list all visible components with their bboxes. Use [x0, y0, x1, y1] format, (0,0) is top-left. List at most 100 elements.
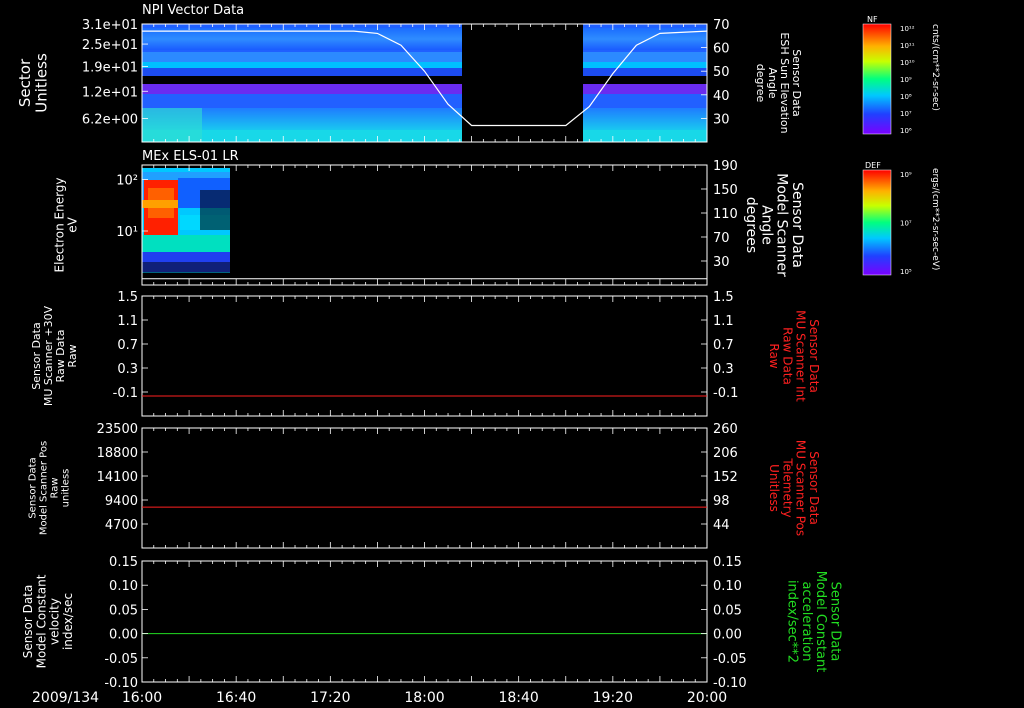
y-tick-label-right: 152	[713, 470, 738, 485]
y-axis-label-right: Sensor DataModel Constantaccelerationind…	[785, 571, 843, 673]
y-tick-label-right: 206	[713, 446, 738, 461]
y-axis-label-line: MU Scanner Int	[794, 310, 808, 402]
y-axis-label-right: Sensor DataModel ScannerAngledegrees	[743, 173, 805, 277]
y-tick-label-right: 40	[713, 89, 730, 104]
time-tick-label: 19:20	[593, 690, 633, 706]
time-tick-labels: 16:00 16:40 17:20 18:00 18:40 19:20 20:00	[122, 690, 727, 706]
y-tick-label-left: -0.05	[104, 652, 138, 667]
y-tick-label-right: 0.15	[713, 555, 742, 570]
line-panels	[141, 295, 708, 683]
y-axis-label-line: Angle	[766, 67, 779, 99]
y-tick-label-right: 190	[713, 159, 738, 174]
time-tick-label: 16:00	[122, 690, 162, 706]
npi-panel: NPI Vector Data	[141, 3, 708, 143]
y-tick-label-left: 0.15	[109, 555, 138, 570]
y-tick-label-left: 0.00	[109, 628, 138, 643]
y-axis-label-line: Model Scanner Pos	[39, 441, 50, 535]
y-axis-label-line: Sensor Data	[827, 582, 842, 662]
y-tick-label-right: 60	[713, 42, 730, 57]
y-tick-label-right: -0.1	[713, 386, 738, 401]
y-tick-label-right: 98	[713, 494, 730, 509]
colorbar-tick-label: 10¹⁰	[900, 59, 915, 67]
y-axis-label-line: Model Scanner	[774, 173, 790, 277]
y-axis-label-line: Model Constant	[813, 571, 828, 673]
y-axis-label-line: Telemetry	[780, 457, 794, 517]
npi-data-gap	[462, 24, 583, 142]
y-tick-label-right: 150	[713, 183, 738, 198]
npi-heatmap-left	[142, 24, 462, 142]
y-tick-label-left: 0.05	[109, 603, 138, 618]
y-axis-label-right: Sensor DataMU Scanner PosTelemetryUnitle…	[767, 440, 821, 536]
y-axis-label-line: index/sec**2	[785, 580, 800, 663]
colorbar-def-units: ergs/(cm**2-sr-sec-eV)	[930, 168, 940, 270]
colorbar-def-label: DEF	[865, 161, 881, 170]
y-axis-label-left: Sensor DataModel Constantvelocityindex/s…	[21, 574, 75, 668]
y-axis-label-line: degrees	[743, 197, 759, 253]
panel-frame	[141, 427, 708, 549]
y-axis-label-line: Raw Data	[780, 327, 794, 385]
y-axis-label-line: eV	[66, 216, 80, 232]
y-tick-label-left: 4700	[105, 518, 138, 533]
y-tick-label-right: 50	[713, 65, 730, 80]
y-axis-label-line: Sensor Data	[30, 322, 43, 389]
y-axis-label-line: Raw	[50, 477, 61, 498]
y-axis-label-left: Sensor DataModel Scanner PosRawunitless	[28, 441, 72, 535]
y-axis-label-line: velocity	[48, 598, 62, 645]
y-tick-label-left: 0.7	[117, 338, 138, 353]
colorbar-nf-ticks: 10¹² 10¹¹ 10¹⁰ 10⁹ 10⁸ 10⁷ 10⁶	[900, 25, 915, 135]
y-tick-label-left: 2.5e+01	[82, 38, 138, 53]
y-tick-label-right: 1.1	[713, 314, 734, 329]
y-tick-label-left: 3.1e+01	[82, 18, 138, 33]
y-axis-label-line: Model Constant	[34, 574, 48, 668]
y-tick-label-right: 0.10	[713, 579, 742, 594]
y-tick-label-left: 10¹	[116, 225, 138, 240]
y-tick-label-left: 0.10	[109, 579, 138, 594]
y-tick-label-left: 1.1	[117, 314, 138, 329]
y-tick-label-right: 0.7	[713, 338, 734, 353]
y-tick-label-right: 44	[713, 518, 730, 533]
date-label: 2009/134	[32, 690, 99, 706]
time-axis: 2009/134 16:00 16:40 17:20 18:00 18:40 19:20 2…	[32, 690, 727, 706]
y-axis-label-line: degree	[754, 64, 767, 103]
els-panel-title: MEx ELS-01 LR	[142, 149, 239, 164]
time-tick-label: 20:00	[687, 690, 727, 706]
y-axis-label-line: Raw	[767, 343, 781, 368]
y-tick-label-right: 1.5	[713, 290, 734, 305]
y-tick-label-right: 0.05	[713, 603, 742, 618]
y-tick-label-left: 9400	[105, 494, 138, 509]
y-tick-label-right: 30	[713, 112, 730, 127]
y-tick-label-left: 23500	[97, 422, 138, 437]
y-axis-label-right: Sensor DataMU Scanner IntRaw DataRaw	[767, 310, 821, 402]
colorbar-tick-label: 10¹¹	[900, 42, 915, 50]
y-tick-label-right: -0.10	[713, 676, 747, 691]
time-tick-label: 16:40	[216, 690, 256, 706]
y-axis-label-line: unitless	[61, 469, 72, 508]
colorbar-nf-label: NF	[867, 15, 878, 24]
y-tick-label-left: 18800	[97, 446, 138, 461]
y-axis-label-line: MU Scanner +30V	[42, 305, 55, 406]
colorbar-tick-label: 10⁷	[900, 110, 912, 118]
y-tick-label-left: 14100	[97, 470, 138, 485]
y-axis-label-line: Electron Energy	[52, 177, 66, 272]
y-axis-label-line: Angle	[758, 205, 774, 245]
y-axis-label-left: SectorUnitless	[16, 53, 51, 113]
y-axis-label-line: Unitless	[32, 53, 50, 113]
colorbar-tick-label: 10⁷	[900, 220, 912, 228]
y-tick-label-left: 10²	[116, 173, 138, 188]
colorbar-nf: NF 10¹² 10¹¹ 10¹⁰ 10⁹ 10⁸ 10⁷ 10⁶ cnts/(cm**2-…	[862, 15, 940, 135]
y-axis-label-line: Sensor Data	[21, 585, 35, 659]
y-axis-label-line: Sensor Data	[28, 457, 39, 518]
colorbar-tick-label: 10⁸	[900, 93, 912, 101]
panel-frame	[141, 295, 708, 417]
y-tick-label-right: 0.00	[713, 628, 742, 643]
colorbar-def-scale	[862, 169, 892, 276]
colorbar-tick-label: 10⁶	[900, 127, 912, 135]
y-tick-label-left: -0.10	[104, 676, 138, 691]
time-tick-label: 17:20	[310, 690, 350, 706]
colorbar-tick-label: 10¹²	[900, 25, 915, 33]
y-axis-label-line: Sensor Data	[807, 319, 821, 393]
y-axis-label-line: Unitless	[767, 464, 781, 512]
colorbar-tick-label: 10⁵	[900, 268, 912, 276]
y-tick-label-left: 1.9e+01	[82, 60, 138, 75]
y-tick-label-left: 1.5	[117, 290, 138, 305]
